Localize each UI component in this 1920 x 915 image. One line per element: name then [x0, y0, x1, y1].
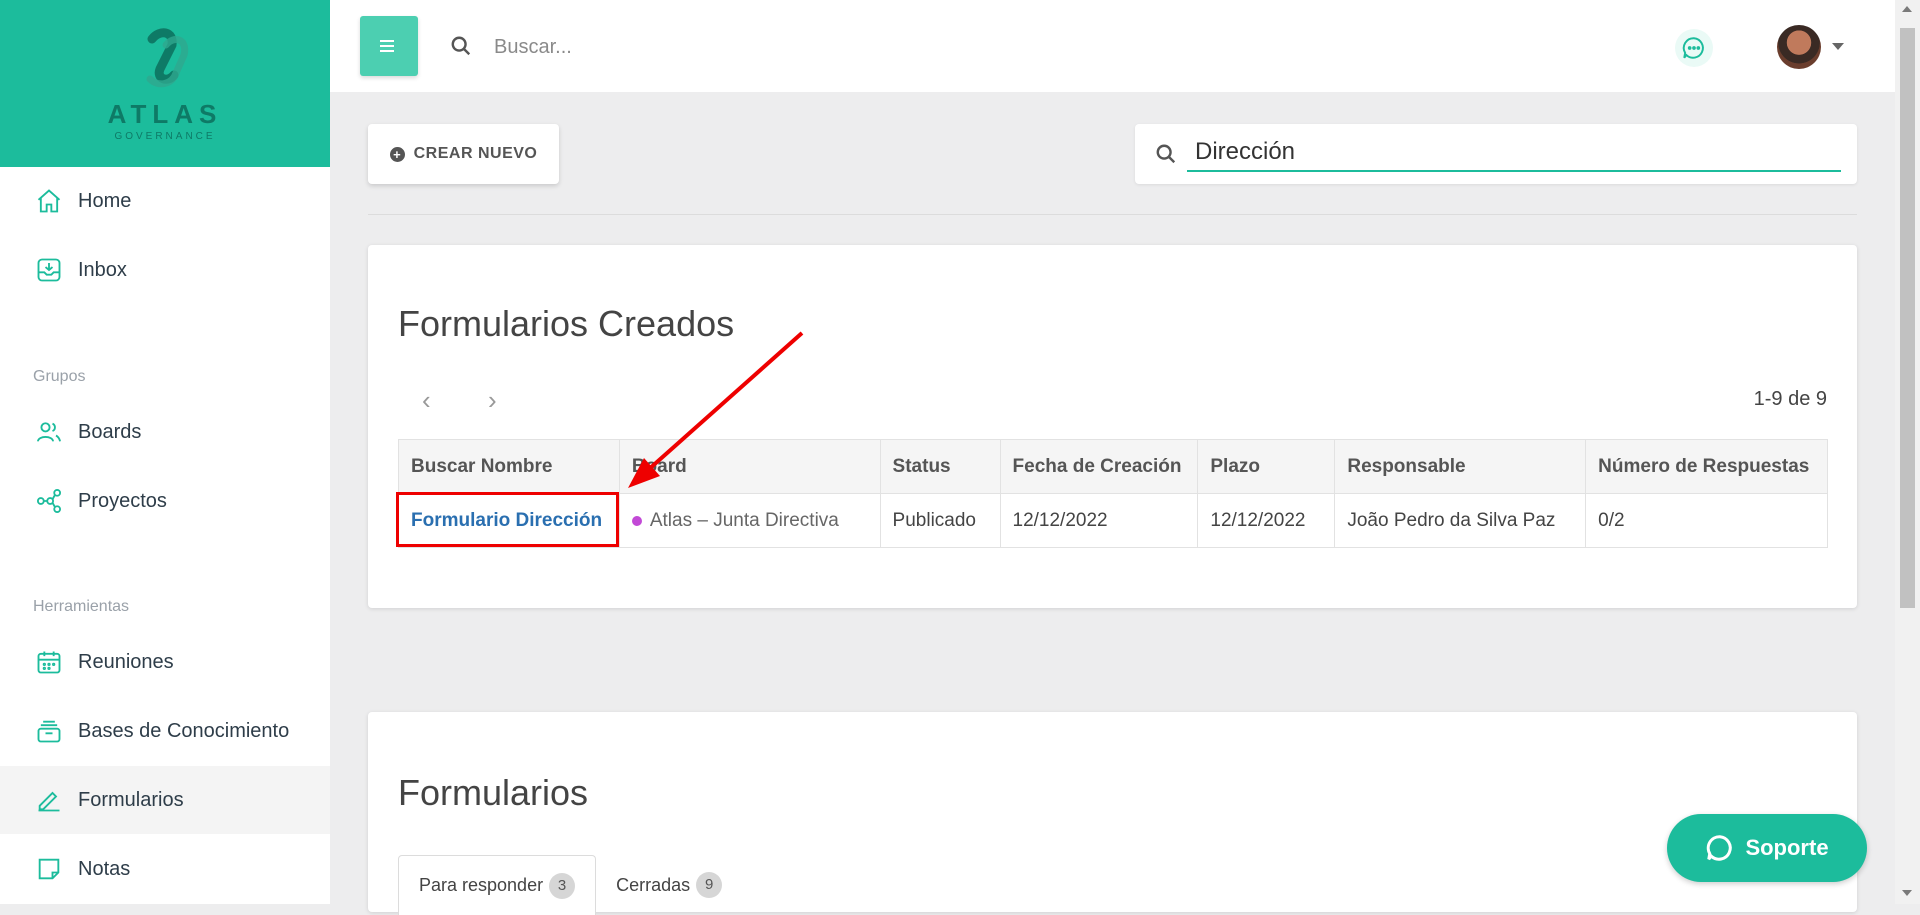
sidebar-item-home[interactable]: Home — [0, 167, 330, 235]
count-badge: 9 — [696, 872, 723, 898]
created-forms-title: Formularios Creados — [398, 303, 735, 344]
home-icon — [34, 186, 64, 216]
table-row[interactable]: Formulario Dirección Atlas – Junta Direc… — [398, 493, 1828, 548]
forms-tabs: Para responder 3 Cerradas 9 — [398, 855, 742, 915]
sidebar-item-reuniones[interactable]: Reuniones — [0, 628, 330, 696]
form-name-cell: Formulario Dirección — [398, 493, 620, 548]
tab-para-responder[interactable]: Para responder 3 — [398, 855, 597, 915]
board-color-dot — [631, 515, 642, 526]
page-scrollbar[interactable] — [1895, 0, 1920, 904]
search-icon — [451, 36, 471, 56]
created-forms-card: Formularios Creados ‹ › 1-9 de 9 Buscar … — [368, 245, 1857, 608]
pen-icon — [34, 785, 64, 815]
support-label: Soporte — [1745, 835, 1829, 860]
section-label-tools: Herramientas — [33, 598, 130, 615]
sidebar-item-label: Inbox — [78, 258, 127, 281]
tab-label: Cerradas — [616, 874, 691, 895]
chevron-right-icon[interactable]: › — [488, 385, 497, 416]
forms-title: Formularios — [398, 772, 589, 813]
note-icon — [34, 854, 64, 884]
tab-cerradas[interactable]: Cerradas 9 — [596, 855, 742, 915]
sidebar-item-bases-de-conocimiento[interactable]: Bases de Conocimiento — [0, 697, 330, 765]
top-bar — [330, 0, 1895, 92]
column-header-name[interactable]: Buscar Nombre — [398, 439, 620, 494]
sidebar-item-formularios[interactable]: Formularios — [0, 766, 330, 834]
support-button[interactable]: Soporte — [1667, 814, 1867, 882]
sidebar-item-label: Proyectos — [78, 489, 167, 512]
atlas-logo-icon — [146, 28, 189, 88]
menu-toggle-button[interactable] — [360, 16, 418, 76]
sidebar-item-label: Formularios — [78, 788, 184, 811]
form-name-link[interactable]: Formulario Dirección — [411, 510, 602, 531]
plus-circle-icon: + — [389, 146, 405, 162]
scrollbar-thumb[interactable] — [1900, 28, 1915, 608]
chat-button[interactable] — [1675, 29, 1713, 67]
search-icon — [1156, 144, 1176, 164]
share-nodes-icon — [34, 486, 64, 516]
status-cell: Publicado — [879, 493, 1001, 548]
sidebar-item-inbox[interactable]: Inbox — [0, 236, 330, 304]
table-header-row: Buscar Nombre Board Status Fecha de Crea… — [398, 439, 1828, 494]
responses-cell: 0/2 — [1585, 493, 1828, 548]
sidebar-item-label: Reuniones — [78, 650, 174, 673]
global-search-input[interactable] — [492, 30, 1092, 64]
brand-name: ATLAS — [107, 99, 223, 129]
sidebar-item-proyectos[interactable]: Proyectos — [0, 467, 330, 535]
created-date-cell: 12/12/2022 — [999, 493, 1199, 548]
sidebar-item-label: Bases de Conocimiento — [78, 719, 290, 742]
forms-card: Formularios Para responder 3 Cerradas 9 — [368, 712, 1857, 915]
column-header-created[interactable]: Fecha de Creación — [999, 439, 1199, 494]
sidebar-item-notas[interactable]: Notas — [0, 835, 330, 903]
created-forms-table: Buscar Nombre Board Status Fecha de Crea… — [398, 439, 1828, 548]
brand-tagline: GOVERNANCE — [114, 131, 216, 142]
column-header-responses[interactable]: Número de Respuestas — [1585, 439, 1828, 494]
board-cell: Atlas – Junta Directiva — [618, 493, 881, 548]
inbox-icon — [34, 255, 64, 285]
create-new-button[interactable]: + CREAR NUEVO — [368, 124, 559, 184]
owner-cell: João Pedro da Silva Paz — [1334, 493, 1587, 548]
tab-label: Para responder — [419, 875, 544, 895]
section-label-groups: Grupos — [33, 368, 86, 385]
scroll-down-arrow-icon[interactable] — [1902, 890, 1912, 896]
chevron-left-icon[interactable]: ‹ — [422, 385, 431, 416]
board-name: Atlas – Junta Directiva — [649, 509, 839, 531]
chat-bubble-icon — [1682, 37, 1704, 59]
create-new-label: CREAR NUEVO — [413, 145, 538, 162]
forms-filter-input[interactable] — [1187, 134, 1841, 172]
chevron-down-icon[interactable] — [1832, 43, 1844, 50]
deadline-cell: 12/12/2022 — [1197, 493, 1336, 548]
users-icon — [34, 417, 64, 447]
column-header-owner[interactable]: Responsable — [1334, 439, 1587, 494]
archive-icon — [34, 716, 64, 746]
column-header-deadline[interactable]: Plazo — [1197, 439, 1336, 494]
scroll-up-arrow-icon[interactable] — [1902, 6, 1912, 12]
divider — [368, 214, 1857, 215]
column-header-board[interactable]: Board — [618, 439, 881, 494]
chat-bubble-icon — [1707, 835, 1733, 861]
user-avatar[interactable] — [1777, 25, 1821, 69]
sidebar-item-boards[interactable]: Boards — [0, 398, 330, 466]
sidebar-item-label: Home — [78, 189, 132, 212]
forms-filter — [1135, 124, 1857, 184]
sidebar-item-label: Boards — [78, 420, 142, 443]
calendar-icon — [34, 647, 64, 677]
sidebar: ATLAS GOVERNANCE Home Inbox Grupos Board… — [0, 0, 330, 904]
brand-logo[interactable]: ATLAS GOVERNANCE — [0, 0, 330, 167]
hamburger-icon — [380, 40, 394, 52]
column-header-status[interactable]: Status — [879, 439, 1001, 494]
pagination-count: 1-9 de 9 — [1753, 388, 1827, 410]
sidebar-item-label: Notas — [78, 857, 131, 880]
count-badge: 3 — [549, 872, 576, 899]
